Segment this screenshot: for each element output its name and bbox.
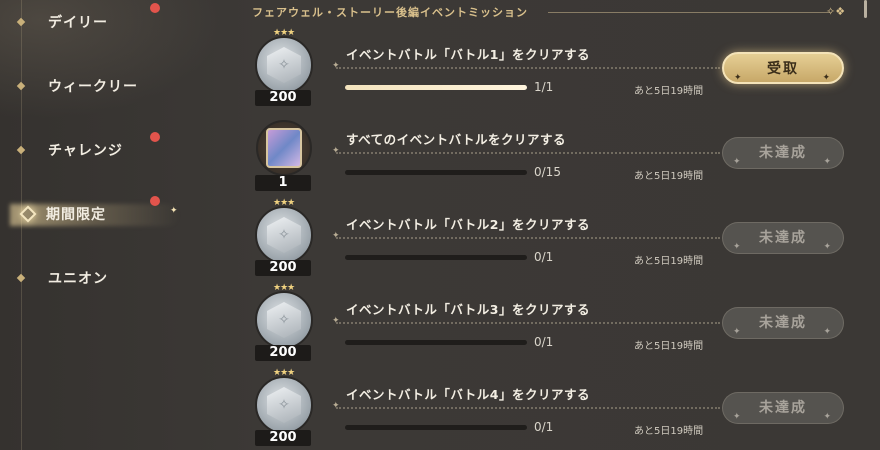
dotted-divider	[336, 237, 720, 239]
progress-count: 0/1	[534, 420, 554, 434]
not-achieved-label: 未達成	[759, 145, 807, 161]
reward-item[interactable]: ★★★ ✧	[253, 28, 315, 94]
selected-diamond-icon	[19, 205, 37, 223]
tab-limited-time[interactable]: 期間限定 ✦	[0, 194, 235, 234]
medal-emblem-icon: ✧	[278, 57, 290, 73]
tab-challenge[interactable]: チャレンジ	[0, 130, 235, 170]
reward-item[interactable]: ★★★ ✧	[253, 368, 315, 434]
progress-bar	[345, 255, 527, 260]
mission-list-header: フェアウェル・ストーリー後編イベントミッション ✧❖	[248, 4, 858, 20]
sparkle-icon: ✦	[823, 157, 833, 167]
mission-name: イベントバトル「バトル2」をクリアする	[346, 217, 590, 232]
dotted-divider	[336, 67, 720, 69]
not-achieved-button[interactable]: ✦ 未達成 ✦	[722, 222, 844, 254]
dotted-line-star-icon: ✦	[332, 316, 340, 326]
notification-badge	[150, 3, 160, 13]
reward-item[interactable]	[253, 113, 315, 176]
sparkle-icon: ✦	[733, 157, 743, 167]
reward-count: 1	[255, 175, 311, 191]
medal-emblem-icon: ✧	[278, 227, 290, 243]
diamond-bullet-icon	[16, 17, 26, 27]
reward-count: 200	[255, 430, 311, 446]
dotted-line-star-icon: ✦	[332, 231, 340, 241]
not-achieved-button[interactable]: ✦ 未達成 ✦	[722, 392, 844, 424]
progress-fill	[345, 85, 527, 90]
mission-name: イベントバトル「バトル4」をクリアする	[346, 387, 590, 402]
diamond-bullet-icon	[16, 81, 26, 91]
tab-label: チャレンジ	[48, 143, 123, 159]
dotted-divider	[336, 407, 720, 409]
claim-button-label: 受取	[767, 61, 799, 77]
sparkle-icon: ✦	[733, 242, 743, 252]
progress-bar	[345, 170, 527, 175]
mission-row: ★★★ ✧ 200 イベントバトル「バトル2」をクリアする ✦ 0/1 あと5日…	[250, 198, 860, 278]
claim-button[interactable]: ✦ 受取 ✦	[722, 52, 844, 84]
sparkle-icon: ✦	[734, 73, 744, 83]
diamond-bullet-icon	[16, 145, 26, 155]
time-remaining: あと5日19時間	[634, 341, 704, 352]
mission-list-title: フェアウェル・ストーリー後編イベントミッション	[252, 6, 528, 19]
progress-bar	[345, 425, 527, 430]
tab-label: 期間限定	[46, 207, 106, 223]
sparkle-icon: ✦	[823, 327, 833, 337]
reward-count: 200	[255, 260, 311, 276]
sparkle-icon: ✦	[823, 242, 833, 252]
sparkle-icon: ✦	[170, 206, 178, 216]
mission-category-sidebar: デイリー ウィークリー チャレンジ 期間限定 ✦ ユニオン	[0, 0, 235, 450]
progress-count: 1/1	[534, 80, 554, 94]
time-remaining: あと5日19時間	[634, 171, 704, 182]
tab-union[interactable]: ユニオン	[0, 258, 235, 298]
header-divider	[548, 12, 830, 13]
character-card-art	[266, 128, 302, 168]
dotted-divider	[336, 152, 720, 154]
dotted-line-star-icon: ✦	[332, 61, 340, 71]
diamond-bullet-icon	[16, 273, 26, 283]
not-achieved-button[interactable]: ✦ 未達成 ✦	[722, 137, 844, 169]
dotted-line-star-icon: ✦	[332, 146, 340, 156]
notification-badge	[150, 196, 160, 206]
mission-name: すべてのイベントバトルをクリアする	[346, 132, 567, 147]
mission-name: イベントバトル「バトル3」をクリアする	[346, 302, 590, 317]
medal-emblem-icon: ✧	[278, 397, 290, 413]
not-achieved-label: 未達成	[759, 315, 807, 331]
progress-count: 0/1	[534, 250, 554, 264]
scrollbar[interactable]	[864, 0, 867, 18]
sparkle-icon: ✦	[823, 412, 833, 422]
tab-weekly[interactable]: ウィークリー	[0, 66, 235, 106]
dotted-line-star-icon: ✦	[332, 401, 340, 411]
not-achieved-button[interactable]: ✦ 未達成 ✦	[722, 307, 844, 339]
notification-badge	[150, 132, 160, 142]
mission-row: ★★★ ✧ 200 イベントバトル「バトル4」をクリアする ✦ 0/1 あと5日…	[250, 368, 860, 448]
reward-item[interactable]: ★★★ ✧	[253, 283, 315, 349]
tab-label: ユニオン	[48, 271, 108, 287]
tab-daily[interactable]: デイリー	[0, 2, 235, 42]
reward-item[interactable]: ★★★ ✧	[253, 198, 315, 264]
medal-emblem-icon: ✧	[278, 312, 290, 328]
dotted-divider	[336, 322, 720, 324]
progress-count: 0/15	[534, 165, 561, 179]
progress-bar	[345, 85, 527, 90]
ornament-icon: ✧❖	[826, 5, 846, 18]
progress-bar	[345, 340, 527, 345]
time-remaining: あと5日19時間	[634, 86, 704, 97]
not-achieved-label: 未達成	[759, 400, 807, 416]
time-remaining: あと5日19時間	[634, 426, 704, 437]
not-achieved-label: 未達成	[759, 230, 807, 246]
mission-row: ★★★ ✧ 200 イベントバトル「バトル1」をクリアする ✦ 1/1 あと5日…	[250, 28, 860, 108]
progress-count: 0/1	[534, 335, 554, 349]
reward-count: 200	[255, 90, 311, 106]
tab-label: ウィークリー	[48, 79, 138, 95]
sparkle-icon: ✦	[733, 327, 743, 337]
sparkle-icon: ✦	[822, 73, 832, 83]
mission-name: イベントバトル「バトル1」をクリアする	[346, 47, 590, 62]
sparkle-icon: ✦	[733, 412, 743, 422]
mission-row: ★★★ ✧ 200 イベントバトル「バトル3」をクリアする ✦ 0/1 あと5日…	[250, 283, 860, 363]
tab-label: デイリー	[48, 15, 108, 31]
reward-count: 200	[255, 345, 311, 361]
mission-row: 1 すべてのイベントバトルをクリアする ✦ 0/15 あと5日19時間 ✦ 未達…	[250, 113, 860, 193]
time-remaining: あと5日19時間	[634, 256, 704, 267]
